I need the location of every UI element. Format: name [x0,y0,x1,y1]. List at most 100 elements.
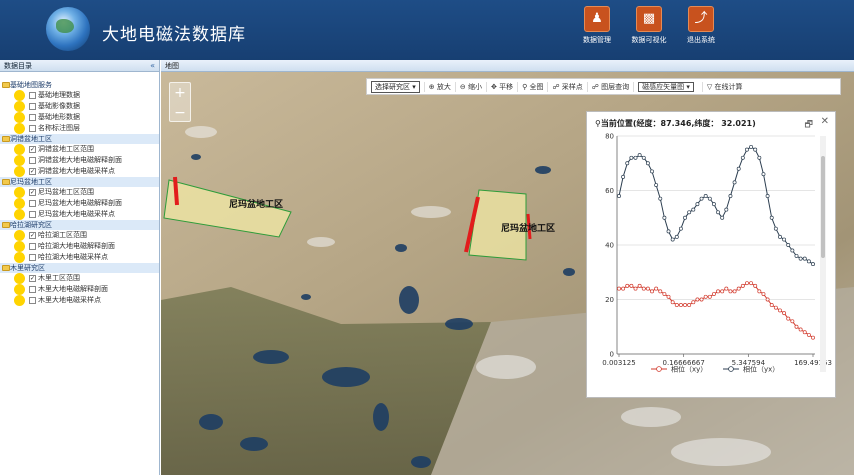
map-header: 地图 [161,60,854,72]
catalog-layer-item[interactable]: ✓ 洞错盆地大地电磁采样点 [0,166,159,177]
layer-checkbox[interactable] [29,243,36,250]
collapse-sidebar-button[interactable]: « [150,60,155,72]
phase-chart-panel: ⚲当前位置(经度：87.346,纬度： 32.021) 🗗 ✕ 0 20 40 60 8… [586,111,836,398]
catalog-layer-item[interactable]: 木里大地电磁解释剖面 [0,284,159,295]
zoom-out-button[interactable]: − [170,103,190,123]
layer-checkbox[interactable] [29,125,36,132]
chart-data-point [666,229,671,234]
select-study-area-value: 选择研究区 [375,82,410,91]
layer-checkbox[interactable] [29,254,36,261]
chart-data-point [658,196,663,201]
catalog-layer-item[interactable]: 基础地理数据 [0,90,159,101]
layer-checkbox[interactable]: ✓ [29,189,36,196]
chart-data-point [654,183,659,188]
chart-data-point [716,289,721,294]
catalog-layer-item[interactable]: ✓ 洞错盆地工区范围 [0,144,159,155]
catalog-layer-item[interactable]: 尼玛盆地大地电磁解释剖面 [0,198,159,209]
layer-checkbox[interactable] [29,211,36,218]
folder-icon [2,82,10,88]
catalog-layer-item[interactable]: 基础地形数据 [0,112,159,123]
chart-data-point [802,256,807,261]
chart-data-point [695,297,700,302]
layer-label: 名称标注图层 [38,124,80,132]
catalog-group[interactable]: 基础地图服务 [0,80,159,90]
layer-label: 木里大地电磁采样点 [38,296,101,304]
chart-data-point [728,194,733,198]
catalog-layer-item[interactable]: 尼玛盆地大地电磁采样点 [0,209,159,220]
catalog-group[interactable]: 洞错盆地工区 [0,134,159,144]
select-study-area-dropdown[interactable]: 选择研究区 ▾ [371,80,420,93]
data-visualization-button[interactable]: ▩ 数据可视化 [622,6,676,45]
data-management-button[interactable]: ♟ 数据管理 [570,6,624,45]
catalog-layer-item[interactable]: ✓ 尼玛盆地工区范围 [0,187,159,198]
chart-data-point [782,237,787,242]
layer-checkbox[interactable]: ✓ [29,275,36,282]
chart-data-point [740,155,745,160]
chart-data-point [641,155,646,160]
catalog-layer-item[interactable]: 洞错盆地大地电磁解释剖面 [0,155,159,166]
catalog-layer-item[interactable]: ✓ 哈拉湖工区范围 [0,230,159,241]
full-extent-tool-icon: ⚲ [522,82,528,91]
folder-icon [2,265,10,271]
chart-data-point [736,286,741,291]
layer-checkbox[interactable] [29,114,36,121]
layer-checkbox[interactable] [29,157,36,164]
catalog-group[interactable]: 哈拉湖研究区 [0,220,159,230]
chart-data-point [625,283,630,288]
layer-label: 洞错盆地工区范围 [38,145,94,153]
chart-data-point [683,215,687,220]
zoom-in-button[interactable]: + [170,83,190,103]
layer-checkbox[interactable]: ✓ [29,146,36,153]
pan-tool[interactable]: ✥ 平移 [485,81,517,92]
layer-checkbox[interactable] [29,92,36,99]
chart-data-point [674,234,679,239]
chart-data-point [650,169,654,174]
sample-point-tool[interactable]: ☍ 采样点 [547,81,586,92]
layer-checkbox[interactable] [29,200,36,207]
layer-checkbox[interactable] [29,286,36,293]
phase-chart: 0204060800.003125 0.16666667 5.347594 169.4… [602,133,832,374]
layer-label: 哈拉湖大地电磁解释剖面 [38,242,115,250]
layer-bullet-icon [14,101,25,112]
zoom-in-tool-icon: ⊕ [428,82,435,91]
chart-legend-marker [728,366,734,372]
chart-data-point [745,147,749,152]
layer-query-tool[interactable]: ☍ 图层查询 [586,81,633,92]
chart-legend-label: 相位（yx） [743,365,779,374]
chart-legend-label: 相位（xy） [671,365,707,374]
layer-checkbox[interactable] [29,297,36,304]
full-extent-tool[interactable]: ⚲ 全图 [517,81,547,92]
catalog-layer-item[interactable]: 哈拉湖大地电磁解释剖面 [0,241,159,252]
layer-checkbox[interactable]: ✓ [29,168,36,175]
logout-button[interactable]: ⤴ 退出系统 [674,6,728,45]
layer-checkbox[interactable] [29,103,36,110]
catalog-layer-item[interactable]: 木里大地电磁采样点 [0,295,159,306]
online-compute-tool[interactable]: ▽ 在线计算 [701,81,747,92]
chart-data-point [769,302,774,307]
zoom-in-tool[interactable]: ⊕ 放大 [423,81,455,92]
chart-data-point [724,207,729,212]
user-icon: ♟ [584,6,610,32]
chart-data-point [699,297,704,302]
layer-label: 哈拉湖工区范围 [38,231,87,239]
catalog-group[interactable]: 尼玛盆地工区 [0,177,159,187]
catalog-group[interactable]: 木里研究区 [0,263,159,273]
map-toolbar: 选择研究区 ▾ ⊕ 放大 ⊖ 缩小 ✥ 平移 ⚲ 全图 ☍ 采样点 ☍ 图层查询… [366,78,841,95]
chart-data-point [790,248,795,253]
catalog-layer-item[interactable]: ✓ 木里工区范围 [0,273,159,284]
logout-label: 退出系统 [687,36,715,44]
catalog-layer-item[interactable]: 哈拉湖大地电磁采样点 [0,252,159,263]
layer-checkbox[interactable]: ✓ [29,232,36,239]
folder-icon [2,179,10,185]
pan-tool-icon: ✥ [490,82,497,91]
chart-data-point [637,283,642,288]
catalog-layer-item[interactable]: 基础影像数据 [0,101,159,112]
layer-select-dropdown[interactable]: 磁感应矢量图 ▾ [638,81,694,92]
chart-data-point [782,311,787,316]
map-canvas[interactable]: 尼玛盆地工区 尼玛盆地工区 + − 选择研究区 ▾ ⊕ 放大 ⊖ 缩小 ✥ 平移… [161,72,854,475]
catalog-layer-item[interactable]: 名称标注图层 [0,123,159,134]
restore-window-icon[interactable]: 🗗 [805,117,813,133]
close-icon[interactable]: ✕ [821,116,829,127]
chart-data-point [629,283,634,288]
zoom-out-tool[interactable]: ⊖ 缩小 [454,81,486,92]
